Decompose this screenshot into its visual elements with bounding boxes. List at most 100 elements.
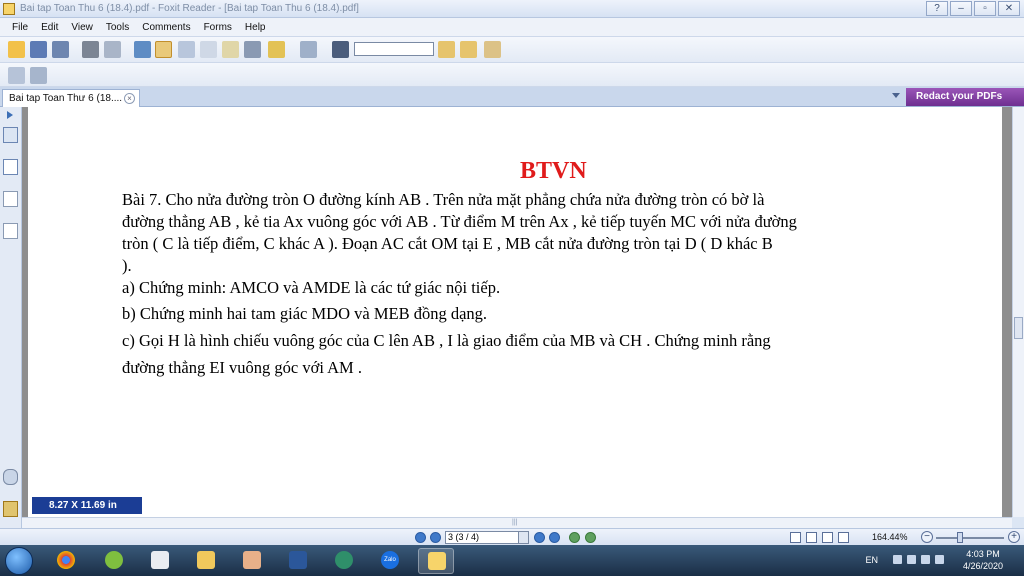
typewriter-icon[interactable] (8, 67, 25, 84)
taskbar-app[interactable] (96, 548, 132, 574)
windows-taskbar: Zalo EN 4:03 PM 4/26/2020 (0, 545, 1024, 576)
continuous-facing-view-icon[interactable] (838, 532, 849, 543)
chrome-icon (57, 551, 75, 569)
minimize-button[interactable]: – (950, 1, 972, 16)
save-icon[interactable] (30, 41, 47, 58)
find-previous-icon[interactable] (438, 41, 455, 58)
fullscreen-icon[interactable] (134, 41, 151, 58)
close-tab-icon[interactable]: × (124, 93, 135, 104)
close-button[interactable]: ✕ (998, 1, 1020, 16)
status-bar: 3 (3 / 4) 164.44% − + (0, 528, 1024, 545)
menu-edit[interactable]: Edit (41, 18, 58, 36)
select-text-icon[interactable] (222, 41, 239, 58)
volume-icon[interactable] (921, 555, 930, 564)
foxit-app-icon (3, 3, 15, 15)
page-heading: BTVN (520, 158, 587, 184)
find-binoculars-icon[interactable] (332, 41, 349, 58)
menu-comments[interactable]: Comments (142, 18, 190, 36)
comment-tool-icon[interactable] (30, 67, 47, 84)
word-icon (289, 551, 307, 569)
find-next-icon[interactable] (460, 41, 477, 58)
taskbar-file-explorer[interactable] (188, 548, 224, 574)
go-forward-icon[interactable] (585, 532, 596, 543)
taskbar-zalo[interactable]: Zalo (372, 548, 408, 574)
tray-chevron-up-icon[interactable] (893, 555, 902, 564)
taskbar-foxit[interactable] (418, 548, 454, 574)
system-tray: EN 4:03 PM 4/26/2020 (820, 545, 1020, 576)
clock-date: 4/26/2020 (962, 561, 1004, 571)
last-page-icon[interactable] (549, 532, 560, 543)
menu-forms[interactable]: Forms (204, 18, 232, 36)
zoom-level[interactable]: 164.44% (872, 532, 908, 542)
page-chevron-down-icon[interactable] (518, 532, 528, 543)
horizontal-scrollbar[interactable]: ||| (22, 517, 1012, 528)
export-icon[interactable] (484, 41, 501, 58)
attachment-icon[interactable] (3, 469, 18, 485)
menu-help[interactable]: Help (245, 18, 266, 36)
zalo-icon: Zalo (381, 551, 399, 569)
comments-panel-icon[interactable] (3, 223, 18, 239)
menu-view[interactable]: View (71, 18, 93, 36)
layers-icon[interactable] (3, 191, 18, 207)
tab-document[interactable]: Bai tap Toan Thư 6 (18.... × (2, 89, 140, 107)
title-bar: Bai tap Toan Thu 6 (18.4).pdf - Foxit Re… (0, 0, 1024, 18)
doc-line-4: ). (122, 256, 132, 275)
email-icon[interactable] (104, 41, 121, 58)
media-player-icon (151, 551, 169, 569)
zoom-slider-thumb[interactable] (957, 532, 963, 543)
previous-page-icon[interactable] (430, 532, 441, 543)
doc-line-1: Bài 7. Cho nửa đường tròn O đường kính A… (122, 190, 765, 209)
single-page-view-icon[interactable] (790, 532, 801, 543)
pdf-tools-icon[interactable] (268, 41, 285, 58)
open-folder-icon[interactable] (8, 41, 25, 58)
search-input[interactable] (354, 42, 434, 56)
taskbar-media-player[interactable] (142, 548, 178, 574)
bookmarks-icon[interactable] (3, 127, 18, 143)
taskbar-app-2[interactable] (326, 548, 362, 574)
vertical-scrollbar[interactable] (1012, 107, 1024, 517)
help-button[interactable]: ? (926, 1, 948, 16)
select-arrow-icon[interactable] (200, 41, 217, 58)
facing-view-icon[interactable] (822, 532, 833, 543)
signature-icon[interactable] (3, 501, 18, 517)
language-indicator[interactable]: EN (865, 555, 878, 565)
go-back-icon[interactable] (569, 532, 580, 543)
taskbar-chrome[interactable] (48, 548, 84, 574)
clock[interactable]: 4:03 PM 4/26/2020 (956, 548, 1010, 572)
zoom-out-button[interactable]: − (921, 531, 933, 543)
pen-tool-icon[interactable] (300, 41, 317, 58)
menu-tools[interactable]: Tools (106, 18, 129, 36)
taskbar-word[interactable] (280, 548, 316, 574)
tab-list-chevron-down-icon[interactable] (892, 93, 900, 98)
start-button[interactable] (5, 547, 33, 575)
restore-button[interactable]: ▫ (974, 1, 996, 16)
next-page-icon[interactable] (534, 532, 545, 543)
page-size-badge: 8.27 X 11.69 in (32, 497, 142, 514)
action-center-flag-icon[interactable] (935, 555, 944, 564)
save-as-icon[interactable] (52, 41, 69, 58)
page-number-field[interactable]: 3 (3 / 4) (445, 531, 529, 544)
app-icon (105, 551, 123, 569)
zoom-tool-icon[interactable] (178, 41, 195, 58)
zoom-in-button[interactable]: + (1008, 531, 1020, 543)
redact-banner[interactable]: Redact your PDFs (906, 88, 1024, 106)
snapshot-icon[interactable] (244, 41, 261, 58)
user-icon (243, 551, 261, 569)
main-toolbar (0, 37, 1024, 63)
expand-pane-icon[interactable] (7, 111, 15, 119)
doc-line-3: tròn ( C là tiếp điểm, C khác A ). Đoạn … (122, 234, 773, 253)
network-icon[interactable] (907, 555, 916, 564)
menu-file[interactable]: File (12, 18, 28, 36)
file-explorer-icon (197, 551, 215, 569)
doc-line-7: c) Gọi H là hình chiếu vuông góc của C l… (122, 331, 771, 350)
taskbar-user-app[interactable] (234, 548, 270, 574)
continuous-view-icon[interactable] (806, 532, 817, 543)
vertical-scroll-thumb[interactable] (1014, 317, 1023, 339)
doc-line-5: a) Chứng minh: AMCO và AMDE là các tứ gi… (122, 278, 501, 297)
print-icon[interactable] (82, 41, 99, 58)
zoom-slider-track[interactable] (936, 537, 1004, 539)
tab-document-label: Bai tap Toan Thư 6 (18.... (9, 93, 123, 104)
pages-icon[interactable] (3, 159, 18, 175)
hand-tool-icon[interactable] (155, 41, 172, 58)
first-page-icon[interactable] (415, 532, 426, 543)
